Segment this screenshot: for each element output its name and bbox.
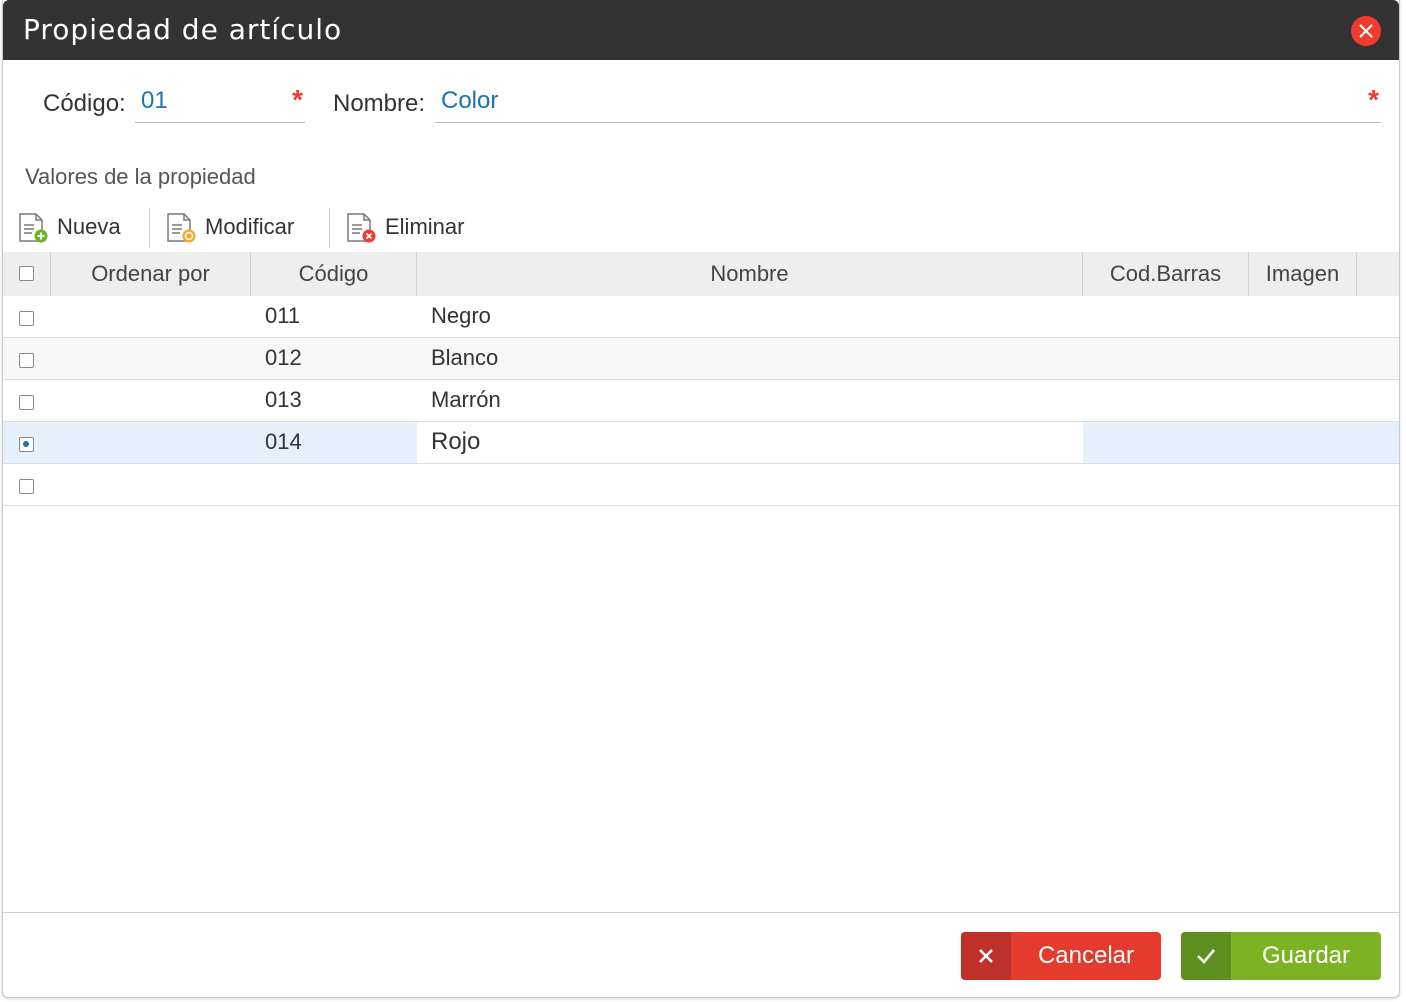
row-checkbox[interactable] <box>19 437 34 452</box>
row-checkbox[interactable] <box>19 479 34 494</box>
cancel-button[interactable]: Cancelar <box>961 932 1161 980</box>
codigo-label: Código: <box>43 90 126 117</box>
cell-codigo: 014 <box>265 429 302 454</box>
title-bar: Propiedad de artículo <box>3 0 1399 60</box>
table-row[interactable]: 011 Negro <box>3 296 1399 338</box>
cell-nombre-editor[interactable]: Rojo <box>431 422 480 463</box>
toolbar-divider <box>149 208 150 248</box>
property-dialog: Propiedad de artículo Código: 01 * Nombr… <box>2 0 1400 998</box>
modificar-button[interactable]: Modificar <box>165 206 315 248</box>
table-row[interactable]: 013 Marrón <box>3 380 1399 422</box>
selected-row-highlight <box>3 422 417 463</box>
close-icon <box>1359 24 1373 38</box>
nombre-required-mark: * <box>1368 84 1379 115</box>
column-header-codigo[interactable]: Código <box>251 252 417 296</box>
dialog-title: Propiedad de artículo <box>23 13 343 46</box>
close-button[interactable] <box>1351 16 1381 46</box>
grid-header: Ordenar por Código Nombre Cod.Barras Ima… <box>3 252 1399 296</box>
x-icon <box>979 949 993 963</box>
save-label: Guardar <box>1261 942 1351 969</box>
cell-codigo: 011 <box>265 303 301 328</box>
document-add-icon <box>19 213 48 243</box>
modificar-label: Modificar <box>205 214 295 239</box>
nueva-label: Nueva <box>57 214 121 239</box>
select-all-checkbox[interactable] <box>19 266 34 281</box>
column-header-ordenar[interactable]: Ordenar por <box>51 252 251 296</box>
row-checkbox[interactable] <box>19 311 34 326</box>
codigo-field[interactable]: 01 * <box>135 84 305 123</box>
codigo-required-mark: * <box>292 84 303 115</box>
selected-row-highlight <box>1083 422 1399 463</box>
check-icon <box>1197 949 1215 964</box>
section-title: Valores de la propiedad <box>25 164 256 189</box>
cell-nombre: Marrón <box>431 387 501 412</box>
codigo-value: 01 <box>141 87 168 114</box>
select-all-cell <box>3 252 51 296</box>
cell-nombre: Blanco <box>431 345 499 370</box>
cell-codigo: 013 <box>265 387 302 412</box>
nombre-edit-cell[interactable] <box>417 422 1083 463</box>
row-checkbox[interactable] <box>19 353 34 368</box>
cancel-icon-area <box>961 932 1011 980</box>
column-header-nombre[interactable]: Nombre <box>417 252 1083 296</box>
table-row-selected[interactable]: 014 Rojo <box>3 422 1399 464</box>
document-delete-icon <box>347 213 376 243</box>
nombre-value: Color <box>441 87 499 114</box>
eliminar-label: Eliminar <box>385 214 465 239</box>
footer-divider <box>3 912 1399 913</box>
nueva-button[interactable]: Nueva <box>17 206 137 248</box>
nombre-field[interactable]: Color * <box>435 84 1381 123</box>
grid-toolbar: Nueva Modificar Eliminar <box>3 206 1399 248</box>
toolbar-divider <box>329 208 330 248</box>
cell-codigo: 012 <box>265 345 302 370</box>
values-grid: Ordenar por Código Nombre Cod.Barras Ima… <box>3 252 1399 912</box>
table-row-new[interactable] <box>3 464 1399 506</box>
column-header-imagen[interactable]: Imagen <box>1249 252 1357 296</box>
save-button[interactable]: Guardar <box>1181 932 1381 980</box>
cancel-label: Cancelar <box>1037 942 1135 969</box>
table-row[interactable]: 012 Blanco <box>3 338 1399 380</box>
column-header-cod-barras[interactable]: Cod.Barras <box>1083 252 1249 296</box>
cell-nombre: Negro <box>431 303 491 328</box>
row-checkbox[interactable] <box>19 395 34 410</box>
eliminar-button[interactable]: Eliminar <box>345 206 485 248</box>
save-icon-area <box>1181 932 1231 980</box>
nombre-label: Nombre: <box>333 90 426 117</box>
document-edit-icon <box>167 213 196 243</box>
